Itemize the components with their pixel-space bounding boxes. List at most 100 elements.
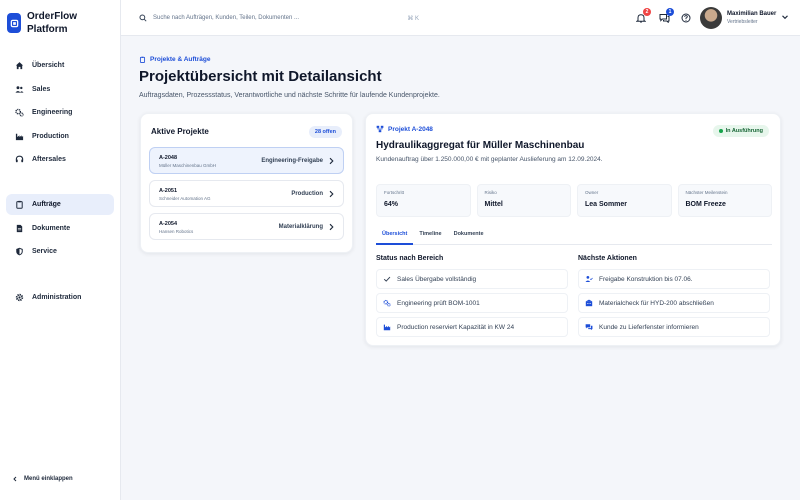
project-label-text: Projekt A-2048 [388,125,433,133]
sidebar-item-sales[interactable]: Sales [6,79,114,100]
collapse-menu-button[interactable]: Menü einklappen [12,476,73,482]
kpi-next-milestone: Nächster Meilenstein BOM Freeze [677,184,772,217]
sidebar-item-label: Production [32,132,69,140]
building-icon [585,299,593,307]
search-shortcut: ⌘ K [407,15,419,22]
kpi-risk: Risiko Mittel [476,184,571,217]
chevron-down-icon[interactable] [781,13,789,21]
sidebar-item-production[interactable]: Production [6,126,114,147]
sidebar-item-label: Aufträge [32,201,61,208]
project-title: Hydraulikaggregat für Müller Maschinenba… [376,140,585,151]
document-icon [15,224,24,233]
project-stage: Engineering-Freigabe [261,158,323,164]
sidebar-item-auftraege[interactable]: Aufträge [6,194,114,215]
sidebar-item-label: Sales [32,85,51,93]
factory-icon [15,132,24,141]
sidebar-item-dokumente[interactable]: Dokumente [6,218,114,239]
action-row-text: Kunde zu Lieferfenster informieren [599,323,699,331]
sidebar-item-administration[interactable]: Administration [6,287,114,308]
top-header: Suche nach Aufträgen, Kunden, Teilen, Do… [121,0,800,36]
project-customer: Müller Maschinenbau GmbH [159,163,217,168]
page-title: Projektübersicht mit Detailansicht [139,68,382,85]
status-row-text: Engineering prüft BOM-1001 [397,299,480,307]
chevron-right-icon [329,157,334,165]
user-check-icon [585,276,593,283]
messages-badge: 1 [666,8,674,16]
sidebar-item-service[interactable]: Service [6,241,114,262]
project-id: A-2051 [159,188,178,194]
sidebar: OrderFlow Platform Übersicht Sales Engin… [0,0,121,500]
action-row[interactable]: Materialcheck für HYD-200 abschließen [578,293,770,313]
brand[interactable]: OrderFlow Platform [7,10,107,36]
user-role: Vertriebsleiter [727,19,758,25]
shield-icon [15,247,24,256]
kpi-label: Risiko [484,190,497,195]
user-name: Maximilian Bauer [727,11,777,17]
tab-uebersicht[interactable]: Übersicht [376,228,414,245]
detail-tabs: Übersicht Timeline Dokumente [376,228,772,245]
project-id: A-2048 [159,155,178,161]
clipboard-icon [139,56,146,63]
project-item-a-2048[interactable]: A-2048 Müller Maschinenbau GmbH Engineer… [149,147,344,174]
kpi-label: Fortschritt [384,190,405,195]
project-stage: Materialklärung [278,224,323,230]
kpi-owner: Owner Lea Sommer [577,184,672,217]
action-row-text: Materialcheck für HYD-200 abschließen [599,299,714,307]
messages-button[interactable]: 1 [658,8,674,24]
kpi-label: Owner [585,190,599,195]
project-item-a-2051[interactable]: A-2051 Schneider Automation AG Productio… [149,180,344,207]
admin-nav: Administration [6,287,114,311]
project-label: Projekt A-2048 [376,125,433,133]
status-text: In Ausführung [725,128,763,134]
status-dot-icon [718,129,723,133]
status-section-title: Status nach Bereich [376,255,444,262]
breadcrumb[interactable]: Projekte & Aufträge [139,56,210,63]
project-customer: Schneider Automation AG [159,196,211,201]
active-projects-card: Aktive Projekte 28 offen A-2048 Müller M… [140,113,353,253]
sidebar-item-label: Engineering [32,109,73,116]
active-projects-title: Aktive Projekte [151,127,209,136]
action-row[interactable]: Freigabe Konstruktion bis 07.06. [578,269,770,289]
kpi-value: Lea Sommer [585,201,628,208]
status-row: Engineering prüft BOM-1001 [376,293,568,313]
gears-icon [15,108,24,117]
chat-icon [585,324,593,331]
search-input[interactable]: Suche nach Aufträgen, Kunden, Teilen, Do… [139,11,419,25]
chevron-right-icon [329,190,334,198]
action-row[interactable]: Kunde zu Lieferfenster informieren [578,317,770,337]
check-icon [383,276,391,282]
sidebar-item-aftersales[interactable]: Aftersales [6,149,114,170]
app-logo-icon [7,13,21,33]
notifications-button[interactable]: 2 [635,8,651,24]
kpi-progress: Fortschritt 64% [376,184,471,217]
chevron-left-icon [13,476,17,482]
tab-dokumente[interactable]: Dokumente [448,228,490,245]
project-item-a-2054[interactable]: A-2054 Hansen Robotics Materialklärung [149,213,344,240]
page-subtitle: Auftragsdaten, Prozessstatus, Verantwort… [139,92,440,99]
brand-name: OrderFlow Platform [27,11,78,35]
users-icon [15,85,24,94]
hierarchy-icon [376,125,384,133]
kpi-value: BOM Freeze [685,201,726,208]
breadcrumb-label: Projekte & Aufträge [150,56,211,63]
sidebar-item-uebersicht[interactable]: Übersicht [6,55,114,76]
secondary-nav: Aufträge Dokumente Service [6,194,114,265]
headset-icon [15,155,24,164]
avatar[interactable] [700,7,722,29]
help-icon [681,13,691,23]
main-nav: Übersicht Sales Engineering Production A… [6,55,114,173]
home-icon [15,61,24,70]
help-button[interactable] [680,12,692,24]
sidebar-item-engineering[interactable]: Engineering [6,102,114,123]
sidebar-item-label: Dokumente [32,224,71,232]
sidebar-item-label: Aftersales [32,156,66,163]
tab-timeline[interactable]: Timeline [413,228,447,245]
project-subtitle: Kundenauftrag über 1.250.000,00 € mit ge… [376,156,603,163]
project-id: A-2054 [159,221,178,227]
sidebar-item-label: Service [32,248,57,255]
gears-icon [383,299,391,307]
project-detail-card: Projekt A-2048 In Ausführung Hydraulikag… [365,113,781,346]
chevron-right-icon [329,223,334,231]
status-badge: In Ausführung [712,125,769,137]
sidebar-item-label: Übersicht [32,62,65,69]
